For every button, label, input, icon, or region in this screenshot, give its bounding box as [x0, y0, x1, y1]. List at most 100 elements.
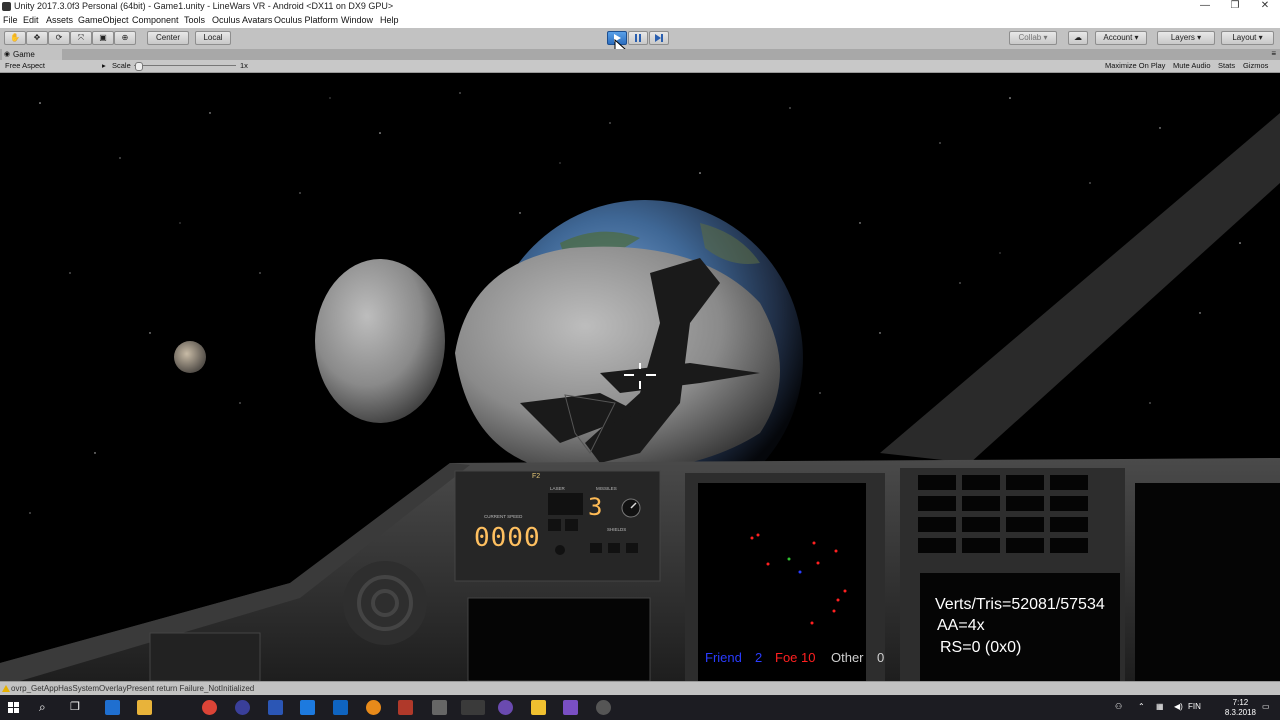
- file-explorer-icon[interactable]: [137, 700, 152, 715]
- menu-oculus-avatars[interactable]: Oculus Avatars: [212, 15, 272, 25]
- visual-studio-icon[interactable]: [563, 700, 578, 715]
- menu-gameobject[interactable]: GameObject: [78, 15, 129, 25]
- menu-component[interactable]: Component: [132, 15, 179, 25]
- space-scene: [0, 92, 1280, 681]
- aspect-dropdown[interactable]: Free Aspect: [5, 61, 45, 70]
- scale-slider-thumb[interactable]: [135, 62, 143, 71]
- scale-label: Scale: [112, 61, 131, 70]
- maximize-on-play-toggle[interactable]: Maximize On Play: [1105, 61, 1165, 70]
- game-viewport[interactable]: F2 LASER MISSILES 3 CURRENT SPEED 0000 S…: [0, 73, 1280, 681]
- pivot-label: Center: [155, 33, 180, 42]
- layout-dropdown[interactable]: Layout ▾: [1221, 31, 1274, 45]
- transform-tool-icon[interactable]: ⊕: [114, 31, 136, 45]
- task-view-icon[interactable]: ❐: [70, 700, 80, 713]
- game-view-toolbar: Free Aspect ▸ Scale 1x Maximize On Play …: [0, 60, 1280, 73]
- pause-icon: [635, 34, 641, 42]
- app2-icon[interactable]: [498, 700, 513, 715]
- layers-label: Layers: [1170, 33, 1195, 42]
- close-button[interactable]: ✕: [1250, 0, 1280, 13]
- rect-tool-icon[interactable]: ▣: [92, 31, 114, 45]
- cloud-icon[interactable]: ☁: [1068, 31, 1088, 45]
- pause-button[interactable]: [628, 31, 648, 45]
- laser-label: LASER: [550, 486, 565, 491]
- volume-icon[interactable]: ◀): [1174, 702, 1183, 711]
- app3-icon[interactable]: [596, 700, 611, 715]
- clock-date: 8.3.2018: [1224, 708, 1256, 717]
- layers-dropdown[interactable]: Layers ▾: [1157, 31, 1215, 45]
- menu-window[interactable]: Window: [341, 15, 373, 25]
- taskbar-clock[interactable]: 7:12 8.3.2018: [1225, 698, 1256, 718]
- people-icon[interactable]: ⚇: [1115, 702, 1122, 711]
- menu-help[interactable]: Help: [380, 15, 399, 25]
- unity-taskbar-icon[interactable]: [461, 700, 485, 715]
- current-speed-value: 0000: [474, 523, 541, 553]
- missiles-label: MISSILES: [596, 486, 617, 491]
- word-icon[interactable]: [268, 700, 283, 715]
- network-icon[interactable]: ▦: [1156, 702, 1164, 711]
- chrome-icon[interactable]: [202, 700, 217, 715]
- lower-display: [467, 597, 651, 681]
- scale-tool-icon[interactable]: ⤧: [70, 31, 92, 45]
- windows-taskbar: ⌕ ❐ ⚇ ⌃ ▦ ◀) FIN 7:12 8.3.2018 ▭: [0, 695, 1280, 720]
- paint-icon[interactable]: [398, 700, 413, 715]
- right-display: [1135, 483, 1280, 681]
- maximize-button[interactable]: ❐: [1220, 0, 1250, 13]
- menu-edit[interactable]: Edit: [23, 15, 39, 25]
- menu-file[interactable]: File: [3, 15, 18, 25]
- scale-slider-track[interactable]: [134, 65, 236, 66]
- current-speed-label: CURRENT SPEED: [484, 514, 523, 519]
- layout-label: Layout: [1232, 33, 1257, 42]
- radar-foe-count: 10: [801, 650, 816, 665]
- rotate-tool-icon[interactable]: ⟳: [48, 31, 70, 45]
- outlook-icon[interactable]: [333, 700, 348, 715]
- tray-chevron-icon[interactable]: ⌃: [1138, 702, 1145, 711]
- hand-tool-icon[interactable]: ✋: [4, 31, 26, 45]
- collab-label: Collab: [1018, 33, 1042, 42]
- step-button[interactable]: [649, 31, 669, 45]
- clock-time: 7:12: [1232, 698, 1249, 707]
- notifications-icon[interactable]: ▭: [1262, 702, 1270, 711]
- menu-bar: File Edit Assets GameObject Component To…: [0, 13, 1280, 28]
- menu-oculus-platform[interactable]: Oculus Platform: [274, 15, 338, 25]
- mute-audio-toggle[interactable]: Mute Audio: [1173, 61, 1211, 70]
- toolbar: ✋ ✥ ⟳ ⤧ ▣ ⊕ Center Local Collab ▾ ☁ Acco…: [0, 28, 1280, 59]
- menu-assets[interactable]: Assets: [46, 15, 73, 25]
- pivot-center-toggle[interactable]: Center: [147, 31, 189, 45]
- radar-friend-label: Friend: [705, 650, 742, 665]
- aa-stat: AA=4x: [937, 617, 985, 634]
- radar-friend-count: 2: [755, 650, 763, 665]
- verts-tris-stat: Verts/Tris=52081/57534: [935, 596, 1105, 613]
- tab-menu-icon[interactable]: ≡: [1271, 49, 1276, 58]
- speaker-grille: [343, 561, 427, 645]
- tab-game[interactable]: Game: [2, 49, 62, 60]
- menu-tools[interactable]: Tools: [184, 15, 205, 25]
- gizmos-dropdown[interactable]: Gizmos: [1243, 61, 1268, 70]
- console-message[interactable]: ovrp_GetAppHasSystemOverlayPresent retur…: [11, 684, 254, 693]
- account-dropdown[interactable]: Account ▾: [1095, 31, 1147, 45]
- move-tool-icon[interactable]: ✥: [26, 31, 48, 45]
- app-icon[interactable]: [235, 700, 250, 715]
- scale-value: 1x: [240, 61, 248, 70]
- canopy-strut: [880, 113, 1280, 463]
- left-asteroid: [315, 259, 445, 423]
- collab-button[interactable]: Collab ▾: [1009, 31, 1057, 45]
- stats-toggle[interactable]: Stats: [1218, 61, 1235, 70]
- notes-icon[interactable]: [531, 700, 546, 715]
- window-title: Unity 2017.3.0f3 Personal (64bit) - Game…: [14, 1, 394, 11]
- search-icon[interactable]: ⌕: [39, 700, 46, 715]
- radar-other-count: 0: [877, 650, 885, 665]
- vlc-icon[interactable]: [366, 700, 381, 715]
- edge-icon[interactable]: [105, 700, 120, 715]
- radar-other-label: Other: [831, 650, 864, 665]
- language-indicator[interactable]: FIN: [1188, 702, 1201, 711]
- warning-icon: [2, 685, 10, 692]
- tool-icon[interactable]: [432, 700, 447, 715]
- minimize-button[interactable]: —: [1190, 0, 1220, 13]
- pivot-local-toggle[interactable]: Local: [195, 31, 231, 45]
- ie-icon[interactable]: [300, 700, 315, 715]
- missile-count: 3: [588, 493, 603, 521]
- console-status-bar[interactable]: ovrp_GetAppHasSystemOverlayPresent retur…: [0, 681, 1280, 696]
- windows-start-icon[interactable]: [8, 702, 20, 714]
- aspect-arrow-icon[interactable]: ▸: [102, 61, 106, 70]
- radar-foe-label: Foe: [775, 650, 798, 665]
